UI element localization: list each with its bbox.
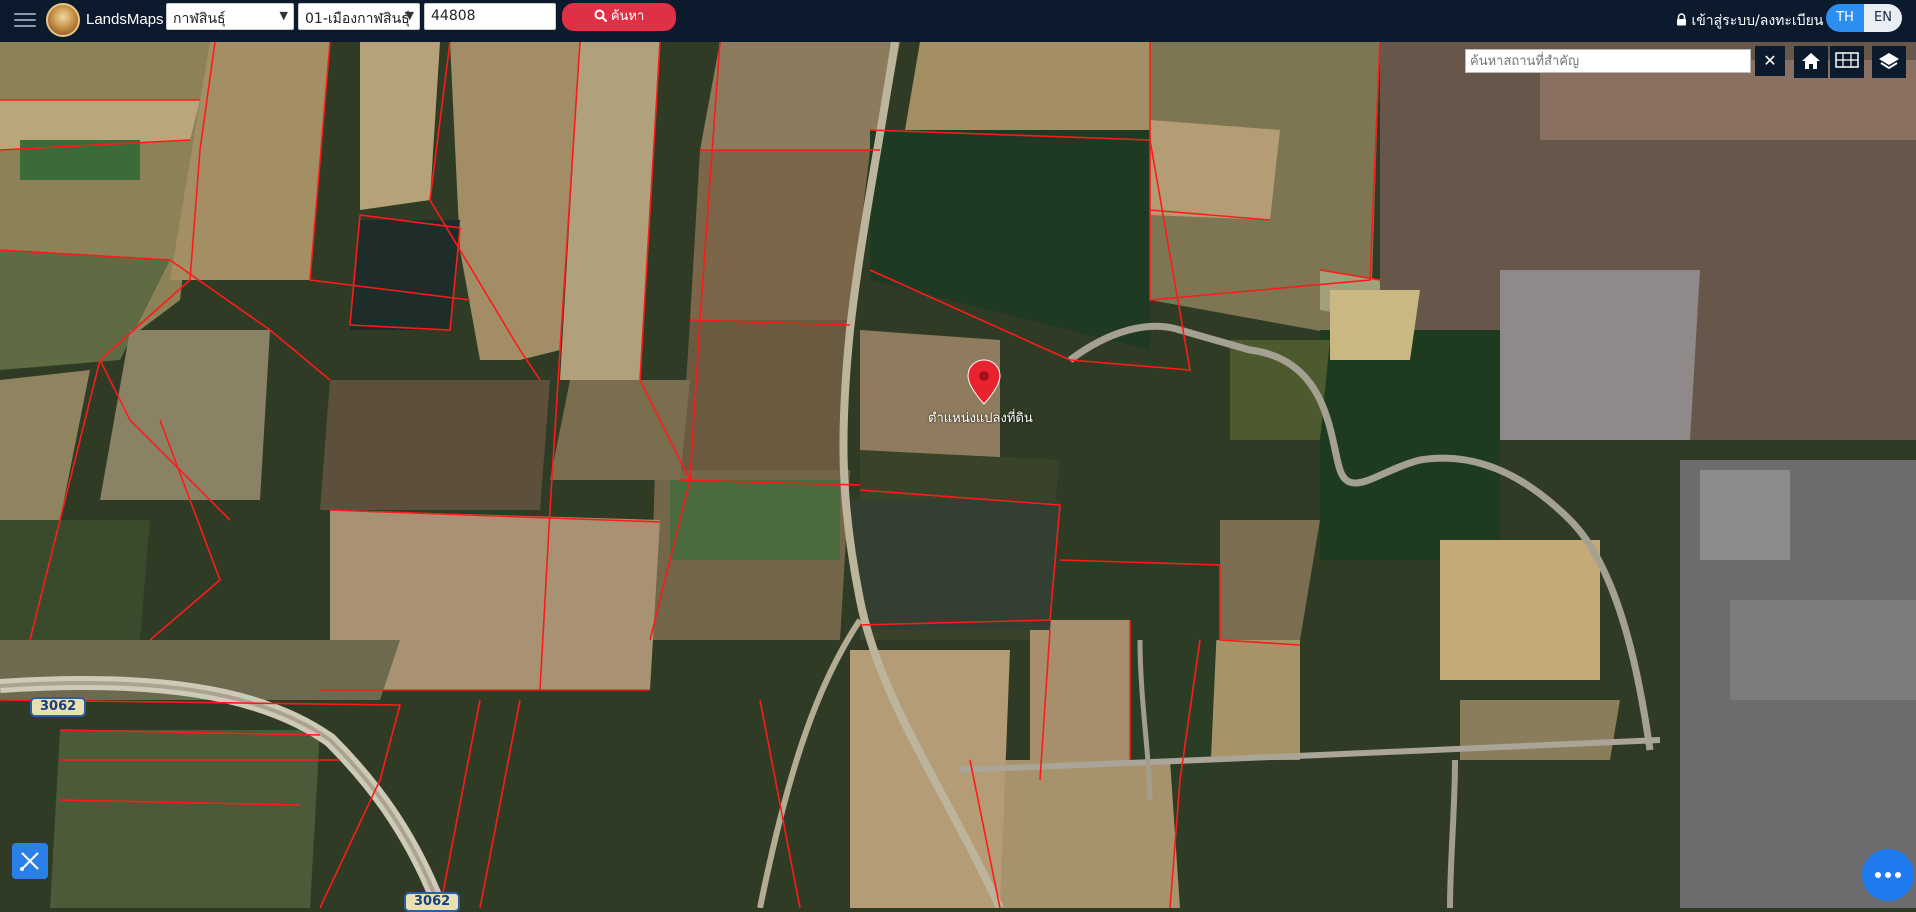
province-select[interactable]: กาฬสินธุ์ ▼ — [166, 3, 294, 30]
road-number-badge: 3062 — [404, 892, 461, 912]
menu-icon[interactable] — [14, 9, 36, 31]
parcel-number-input[interactable]: 44808 — [424, 3, 556, 30]
home-icon — [1802, 53, 1820, 69]
clear-search-button[interactable]: ✕ — [1755, 46, 1785, 76]
road-number-badge: 3062 — [30, 697, 87, 717]
grid-icon — [1835, 52, 1859, 68]
login-link[interactable]: เข้าสู่ระบบ/ลงทะเบียน — [1676, 10, 1823, 32]
satellite-map[interactable] — [0, 42, 1916, 908]
district-select[interactable]: 01-เมืองกาฬสินธุ์ ▼ — [298, 3, 420, 30]
parcel-number-value: 44808 — [431, 8, 476, 24]
layers-icon — [1879, 53, 1899, 70]
search-button[interactable]: ค้นหา — [562, 3, 676, 31]
place-search-input[interactable] — [1465, 49, 1751, 73]
landsmaps-logo — [46, 3, 80, 37]
search-icon — [594, 9, 607, 23]
chat-icon — [1885, 872, 1891, 878]
chat-icon — [1895, 872, 1901, 878]
login-label: เข้าสู่ระบบ/ลงทะเบียน — [1691, 13, 1824, 29]
chevron-down-icon: ▼ — [405, 9, 414, 22]
language-th-button[interactable]: TH — [1826, 4, 1864, 32]
brand-name: LandsMaps — [86, 11, 164, 28]
measure-tool-button[interactable] — [12, 843, 48, 879]
search-button-label: ค้นหา — [610, 9, 645, 24]
measure-icon — [20, 852, 39, 871]
lock-icon — [1677, 13, 1686, 26]
district-value: 01-เมืองกาฬสินธุ์ — [305, 11, 410, 27]
pin-label: ตำแหน่งแปลงที่ดิน — [928, 411, 1033, 426]
grid-button[interactable] — [1830, 46, 1864, 78]
layers-button[interactable] — [1872, 46, 1906, 78]
language-en-button[interactable]: EN — [1864, 4, 1902, 32]
top-toolbar: LandsMaps กาฬสินธุ์ ▼ 01-เมืองกาฬสินธุ์ … — [0, 0, 1916, 42]
home-button[interactable] — [1794, 46, 1828, 78]
chevron-down-icon: ▼ — [279, 9, 288, 22]
chat-icon — [1875, 872, 1881, 878]
chat-button[interactable] — [1862, 849, 1914, 901]
province-value: กาฬสินธุ์ — [173, 11, 226, 27]
